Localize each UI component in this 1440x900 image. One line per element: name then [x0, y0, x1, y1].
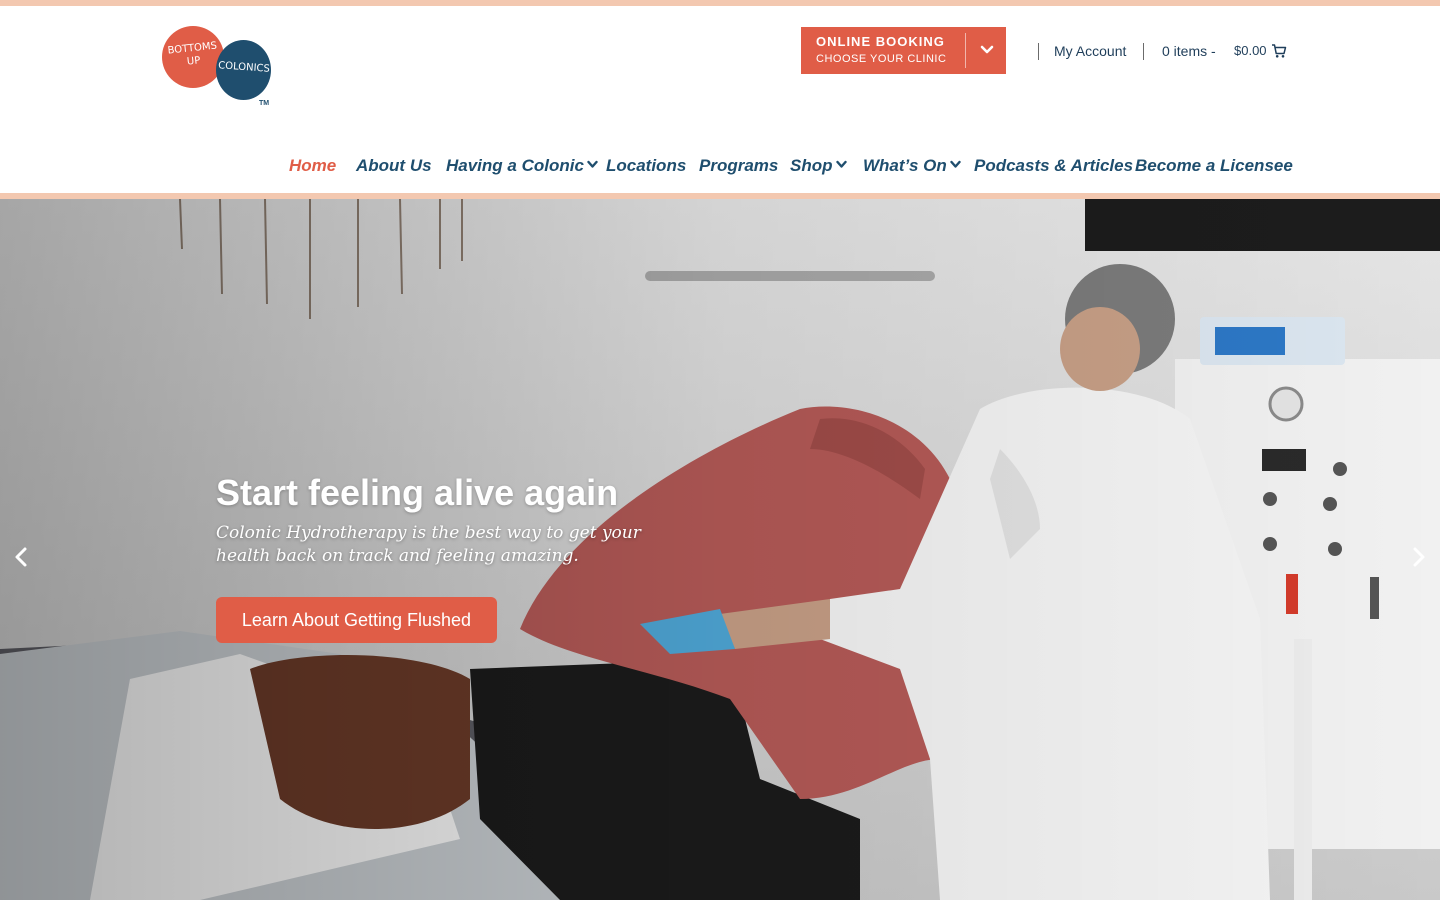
header-divider [1143, 43, 1144, 60]
logo-line1: BOTTOMS [167, 40, 218, 57]
hero-subtitle: Colonic Hydrotherapy is the best way to … [216, 523, 641, 566]
nav-shop-label: Shop [790, 156, 833, 175]
nav-locations[interactable]: Locations [606, 156, 686, 180]
nav-whats-on-label: What’s On [863, 156, 947, 175]
nav-shop[interactable]: Shop [790, 156, 847, 180]
booking-subtitle: CHOOSE YOUR CLINIC [816, 53, 947, 65]
booking-title: ONLINE BOOKING [816, 34, 945, 49]
logo-line2: UP [186, 55, 201, 68]
nav-podcasts-articles[interactable]: Podcasts & Articles [974, 156, 1133, 180]
booking-divider [965, 33, 966, 68]
nav-having-a-colonic-label: Having a Colonic [446, 156, 584, 175]
chevron-down-icon [835, 160, 847, 168]
online-booking-dropdown[interactable]: ONLINE BOOKING CHOOSE YOUR CLINIC [801, 27, 1006, 74]
header-divider [1038, 43, 1039, 60]
cart-total[interactable]: $0.00 [1234, 43, 1267, 58]
nav-having-a-colonic[interactable]: Having a Colonic [446, 156, 598, 180]
site-header: BOTTOMS UP COLONICS TM ONLINE BOOKING CH… [0, 6, 1440, 193]
chevron-down-icon [980, 45, 994, 54]
chevron-left-icon[interactable] [10, 545, 34, 569]
nav-home[interactable]: Home [289, 156, 336, 180]
chevron-down-icon [587, 160, 598, 168]
logo-trademark: TM [259, 100, 270, 107]
learn-about-getting-flushed-button[interactable]: Learn About Getting Flushed [216, 597, 497, 643]
chevron-right-icon[interactable] [1406, 545, 1430, 569]
chevron-down-icon [950, 160, 961, 168]
nav-become-a-licensee[interactable]: Become a Licensee [1135, 156, 1293, 180]
cart-items-count[interactable]: 0 items - [1162, 43, 1216, 59]
nav-about-us[interactable]: About Us [356, 156, 432, 180]
cart-icon[interactable] [1271, 43, 1287, 59]
hero-slider: Start feeling alive again Colonic Hydrot… [0, 199, 1440, 900]
nav-programs[interactable]: Programs [699, 156, 778, 180]
my-account-link[interactable]: My Account [1054, 43, 1126, 59]
hero-title: Start feeling alive again [216, 472, 619, 513]
main-nav: Home About Us Having a Colonic Locations… [0, 156, 1440, 186]
site-logo[interactable]: BOTTOMS UP COLONICS TM [160, 26, 275, 112]
nav-whats-on[interactable]: What’s On [863, 156, 961, 180]
